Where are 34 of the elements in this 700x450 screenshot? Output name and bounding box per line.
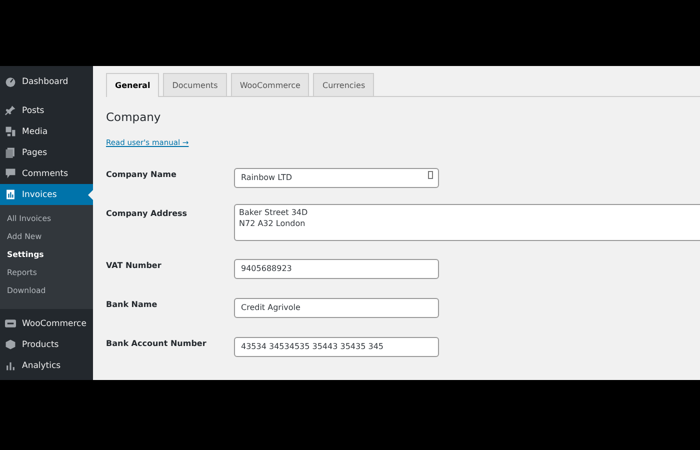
sidebar-item[interactable]: Media bbox=[0, 121, 93, 142]
speech-bubble-icon bbox=[5, 168, 16, 179]
field-label: VAT Number bbox=[106, 261, 162, 270]
pages-icon bbox=[5, 147, 16, 158]
tab[interactable]: WooCommerce bbox=[230, 73, 310, 96]
sidebar-item[interactable]: Dashboard bbox=[0, 71, 93, 92]
text-field[interactable]: 43534 34534535 35443 35435 345 bbox=[234, 336, 439, 356]
sidebar-item[interactable]: Analytics bbox=[0, 355, 93, 376]
field-label: Bank Account Number bbox=[106, 339, 208, 348]
field-label: Company Name bbox=[106, 170, 178, 179]
tab[interactable]: Currencies bbox=[313, 73, 374, 96]
gauge-icon bbox=[5, 76, 16, 87]
bag-icon bbox=[5, 318, 16, 329]
section-title: Company bbox=[106, 110, 162, 124]
field-label: Company Address bbox=[106, 209, 188, 218]
sidebar-item[interactable]: Invoices bbox=[0, 184, 93, 205]
autofill-icon[interactable] bbox=[428, 171, 433, 179]
sidebar-item[interactable]: Comments bbox=[0, 163, 93, 184]
sidebar-item[interactable]: Pages bbox=[0, 142, 93, 163]
sidebar-item[interactable]: WooCommerce bbox=[0, 313, 93, 334]
text-field[interactable]: 9405688923 bbox=[234, 258, 439, 278]
address-textarea[interactable]: Baker Street 34D N72 A32 London bbox=[234, 204, 700, 241]
text-field[interactable]: Rainbow LTD bbox=[234, 168, 439, 188]
field-label: Bank Name bbox=[106, 300, 158, 309]
box-icon bbox=[5, 339, 16, 350]
tab[interactable]: Documents bbox=[163, 73, 227, 96]
sidebar-item[interactable]: Posts bbox=[0, 100, 93, 121]
text-field[interactable]: Credit Agrivole bbox=[234, 298, 439, 318]
media-icon bbox=[5, 126, 16, 137]
sidebar-item[interactable]: Products bbox=[0, 334, 93, 355]
bar-chart-icon bbox=[5, 360, 16, 371]
tab[interactable]: General bbox=[106, 73, 160, 97]
bar-chart-icon bbox=[5, 189, 16, 200]
pin-icon bbox=[5, 105, 16, 116]
